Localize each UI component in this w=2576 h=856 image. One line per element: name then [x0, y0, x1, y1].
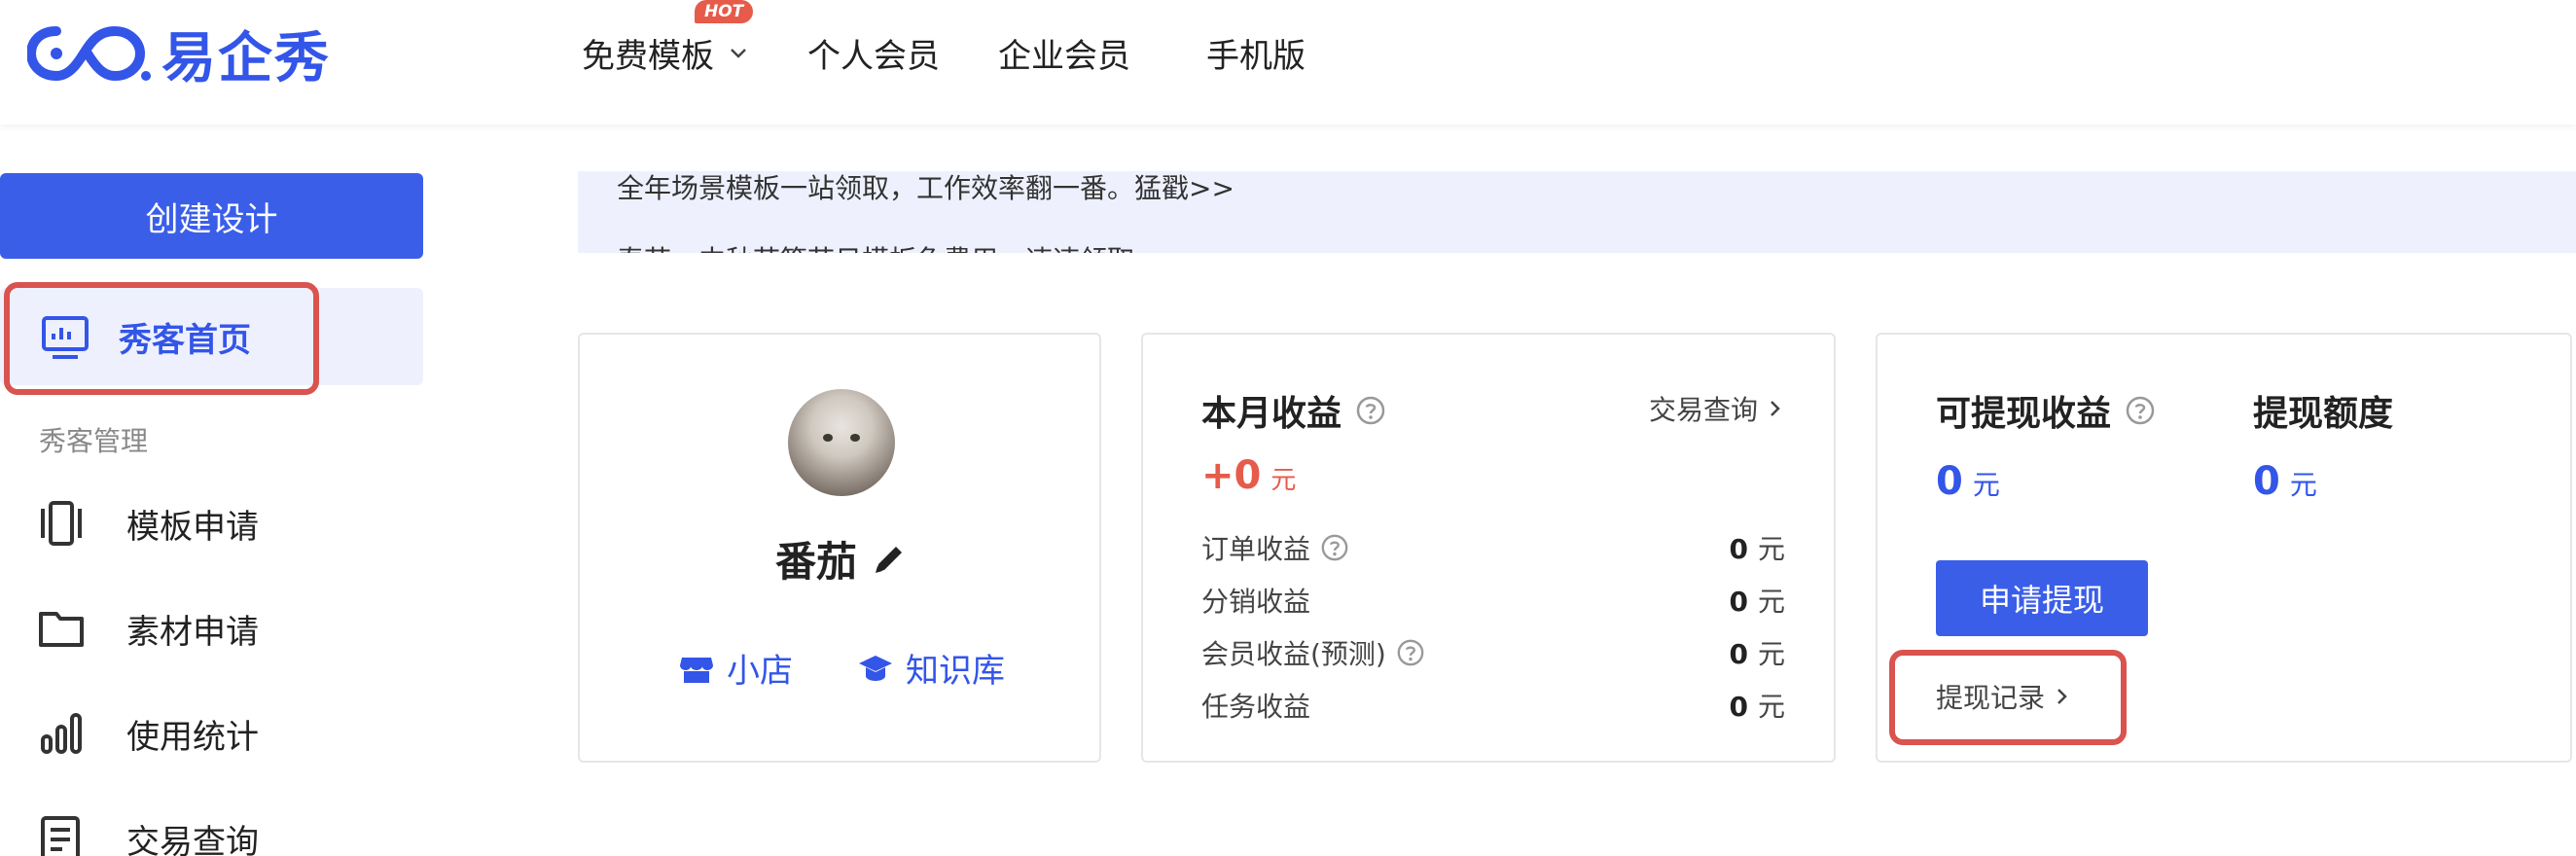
document-list-icon: [41, 816, 80, 856]
edit-pencil-icon[interactable]: [871, 541, 908, 578]
banner-line-1[interactable]: 全年场景模板一站领取，工作效率翻一番。猛戳>>: [617, 171, 1234, 206]
monthly-income-card: 本月收益 交易查询 +0 元 订单收益 0元 分销收益 0 元 会员收益(预测)…: [1141, 333, 1836, 763]
row-label-wrap: 订单收益: [1201, 528, 1349, 567]
nav-personal-member[interactable]: 个人会员: [807, 29, 940, 76]
withdrawable-number: 0: [1936, 459, 1963, 504]
withdraw-limit-title: 提现额度: [2253, 385, 2393, 436]
row-value: 0: [1729, 533, 1748, 565]
transaction-query-link[interactable]: 交易查询: [1649, 389, 1783, 428]
withdraw-limit-value: 0 元: [2253, 459, 2317, 504]
sidebar-section-title: 秀客管理: [39, 425, 149, 457]
main-nav: HOT 免费模板 个人会员 企业会员 手机版: [582, 0, 1364, 76]
nav-enterprise-member[interactable]: 企业会员: [998, 29, 1130, 76]
row-value-wrap: 0元: [1730, 686, 1786, 725]
nav-label: 企业会员: [998, 36, 1130, 76]
row-unit: 元: [1757, 533, 1785, 565]
sidebar-item-label: 素材申请: [126, 612, 259, 652]
nav-label: 免费模板: [582, 36, 714, 76]
sidebar-item-template-apply[interactable]: 模板申请: [35, 494, 259, 553]
profile-links: 小店 知识库: [580, 644, 1103, 692]
banner-line-2[interactable]: 春节、中秋节等节日模板免费用，速速领取>>: [617, 239, 1180, 253]
row-label: 分销收益: [1201, 586, 1311, 618]
highlight-outline-home: [4, 282, 319, 395]
top-header: 易企秀 HOT 免费模板 个人会员 企业会员 手机版: [0, 0, 2576, 125]
income-row-order: 订单收益 0元: [1201, 521, 1785, 574]
withdrawable-unit: 元: [1972, 469, 2000, 501]
shop-icon: [680, 657, 713, 683]
row-unit: 元: [1757, 586, 1785, 618]
create-design-button[interactable]: 创建设计: [0, 173, 423, 259]
row-value: 0: [1729, 691, 1748, 723]
row-value-wrap: 0元: [1730, 528, 1786, 567]
username-row: 番茄: [580, 529, 1103, 588]
row-label-wrap: 分销收益: [1201, 581, 1310, 620]
row-label: 会员收益(预测): [1201, 638, 1386, 670]
row-label-wrap: 会员收益(预测): [1201, 633, 1425, 672]
profile-card: 番茄 小店 知识库: [578, 333, 1101, 763]
announcement-banner[interactable]: 全年场景模板一站领取，工作效率翻一番。猛戳>> 春节、中秋节等节日模板免费用，速…: [578, 171, 2576, 253]
card-title-text: 可提现收益: [1936, 394, 2112, 434]
help-circle-icon[interactable]: [2125, 395, 2156, 426]
limit-unit: 元: [2289, 469, 2317, 501]
sidebar-item-label: 使用统计: [126, 717, 259, 757]
withdrawable-title: 可提现收益: [1936, 385, 2156, 436]
chevron-right-icon: [1771, 401, 1780, 416]
row-value-wrap: 0元: [1730, 581, 1786, 620]
income-row-membership: 会员收益(预测) 0元: [1201, 626, 1785, 679]
avatar[interactable]: [788, 389, 895, 496]
row-label: 订单收益: [1201, 533, 1311, 565]
chevron-down-icon: [731, 49, 746, 58]
income-row-distribution: 分销收益 0元: [1201, 574, 1785, 626]
knowledge-base-link[interactable]: 知识库: [857, 644, 1005, 692]
sidebar-item-label: 交易查询: [126, 822, 259, 856]
monthly-income-value: +0 元: [1201, 453, 1296, 498]
nav-label: 个人会员: [807, 36, 940, 76]
logo-infinity-icon: [27, 25, 151, 82]
shop-link-label: 小店: [727, 652, 793, 691]
highlight-outline-record: [1889, 650, 2127, 745]
link-label: 交易查询: [1648, 394, 1758, 426]
row-value-wrap: 0元: [1730, 633, 1786, 672]
template-carousel-icon: [41, 501, 82, 546]
withdrawable-card: 可提现收益 提现额度 0 元 0 元 申请提现 提现记录: [1876, 333, 2572, 763]
avatar-cat-eye: [850, 434, 860, 442]
apply-withdraw-button[interactable]: 申请提现: [1936, 560, 2148, 636]
help-circle-icon[interactable]: [1396, 638, 1425, 667]
folder-icon: [39, 612, 84, 647]
income-number: +0: [1201, 453, 1262, 498]
hot-badge: HOT: [695, 0, 754, 23]
knowledge-base-label: 知识库: [906, 652, 1005, 691]
monthly-income-title: 本月收益: [1201, 385, 1386, 436]
sidebar-item-material-apply[interactable]: 素材申请: [35, 599, 259, 658]
help-circle-icon[interactable]: [1355, 395, 1386, 426]
row-unit: 元: [1757, 638, 1785, 670]
avatar-cat-eye: [823, 434, 833, 442]
income-breakdown: 订单收益 0元 分销收益 0元 会员收益(预测) 0 元 任务收益 0 元: [1201, 521, 1785, 731]
withdrawable-value: 0 元: [1936, 459, 2000, 504]
row-value: 0: [1729, 638, 1748, 670]
row-value: 0: [1729, 586, 1748, 618]
row-unit: 元: [1757, 691, 1785, 723]
row-label-wrap: 任务收益: [1201, 686, 1310, 725]
brand-logo[interactable]: 易企秀: [27, 21, 331, 90]
row-label: 任务收益: [1201, 691, 1311, 723]
nav-label: 手机版: [1206, 36, 1306, 76]
card-title-text: 提现额度: [2253, 394, 2394, 434]
bar-stats-icon: [41, 713, 82, 754]
card-title-text: 本月收益: [1201, 394, 1342, 434]
help-circle-icon[interactable]: [1320, 533, 1349, 562]
nav-free-templates[interactable]: HOT 免费模板: [582, 0, 754, 76]
limit-number: 0: [2253, 459, 2280, 504]
username: 番茄: [774, 538, 857, 586]
sidebar-item-transaction-query[interactable]: 交易查询: [35, 809, 259, 856]
sidebar-item-label: 模板申请: [126, 507, 259, 547]
brand-name: 易企秀: [161, 26, 331, 90]
nav-mobile-version[interactable]: 手机版: [1206, 29, 1306, 76]
sidebar-item-usage-stats[interactable]: 使用统计: [35, 704, 259, 763]
income-unit: 元: [1270, 466, 1297, 495]
graduation-cap-icon: [859, 655, 892, 681]
income-row-task: 任务收益 0元: [1201, 679, 1785, 731]
shop-link[interactable]: 小店: [678, 644, 793, 692]
